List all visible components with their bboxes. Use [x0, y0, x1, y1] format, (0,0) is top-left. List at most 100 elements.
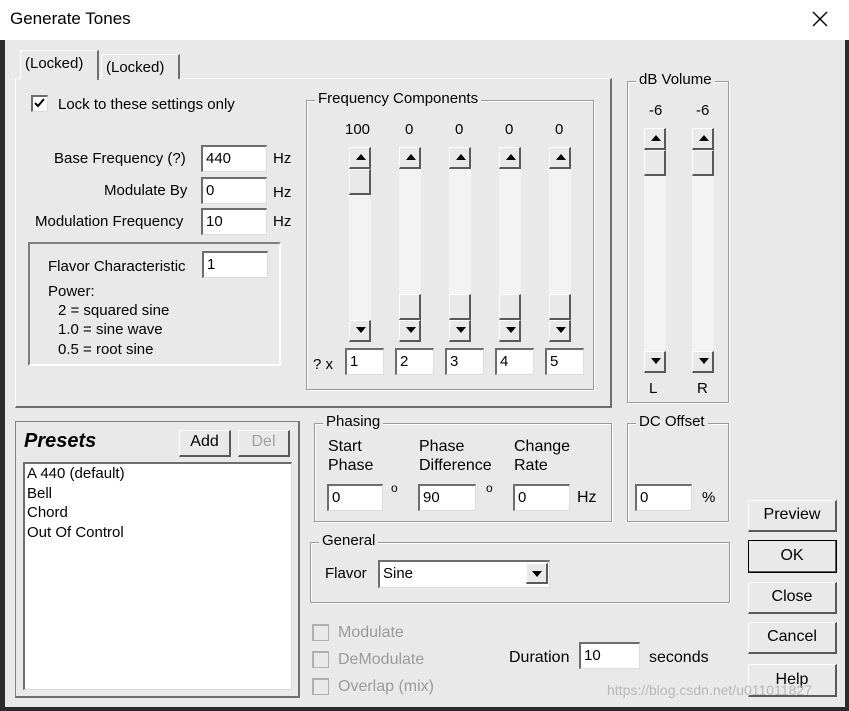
volume-left-slider-down-arrow-icon[interactable] — [644, 351, 666, 373]
frequency-slider-3-up-arrow-icon[interactable] — [449, 147, 471, 169]
multiplier-input-4[interactable]: 4 — [495, 348, 534, 375]
frequency-level-label: 0 — [505, 121, 514, 138]
volume-right-slider-thumb[interactable] — [692, 150, 714, 176]
multiplier-input-3[interactable]: 3 — [445, 348, 484, 375]
change-rate-input[interactable]: 0 — [513, 484, 570, 511]
preset-item[interactable]: Chord — [25, 503, 291, 523]
frequency-slider-5-up-arrow-icon[interactable] — [549, 147, 571, 169]
cancel-button[interactable]: Cancel — [748, 622, 837, 654]
flavor-select-value: Sine — [383, 565, 414, 582]
change-rate-label-2: Rate — [514, 457, 548, 474]
base-frequency-label: Base Frequency (?) — [54, 150, 186, 167]
tab-locked-1[interactable]: (Locked) — [20, 50, 99, 80]
volume-left-value: -6 — [649, 102, 663, 119]
frequency-slider-3-thumb[interactable] — [449, 294, 471, 320]
frequency-slider-2-up-arrow-icon[interactable] — [399, 147, 421, 169]
frequency-level-label: 100 — [345, 121, 371, 138]
modulate-by-input[interactable]: 0 — [201, 177, 267, 204]
frequency-level-label: 0 — [405, 121, 414, 138]
watermark: https://blog.csdn.net/u011011827 — [607, 682, 812, 698]
dc-offset-input[interactable]: 0 — [635, 484, 692, 511]
modulation-frequency-unit: Hz — [273, 213, 292, 230]
base-frequency-unit: Hz — [273, 150, 292, 167]
chevron-down-icon — [532, 571, 542, 577]
duration-unit: seconds — [649, 649, 709, 666]
phase-difference-degree: o — [486, 481, 493, 495]
frequency-slider-1-thumb[interactable] — [349, 169, 371, 195]
flavor-characteristic-label: Flavor Characteristic — [48, 258, 186, 275]
preset-item[interactable]: A 440 (default) — [25, 464, 291, 484]
multiplier-input-5[interactable]: 5 — [545, 348, 584, 375]
multiplier-input-2[interactable]: 2 — [395, 348, 434, 375]
preset-item[interactable]: Out Of Control — [25, 523, 291, 543]
volume-right-slider-down-arrow-icon[interactable] — [692, 351, 714, 373]
power-title: Power: — [48, 283, 95, 300]
phasing-title: Phasing — [323, 413, 384, 430]
change-rate-label-1: Change — [514, 438, 571, 455]
start-phase-degree: o — [391, 481, 398, 495]
frequency-slider-2-thumb[interactable] — [399, 294, 421, 320]
volume-left-slider-up-arrow-icon[interactable] — [644, 128, 666, 150]
volume-right-slider-up-arrow-icon[interactable] — [692, 128, 714, 150]
frequency-slider-5-thumb[interactable] — [549, 294, 571, 320]
demodulate-label: DeModulate — [338, 651, 425, 668]
presets-title: Presets — [24, 430, 97, 452]
flavor-select[interactable]: Sine — [378, 560, 550, 588]
start-phase-input[interactable]: 0 — [327, 484, 383, 511]
dc-offset-unit: % — [702, 489, 716, 506]
window-title: Generate Tones — [10, 9, 131, 28]
ok-button[interactable]: OK — [748, 540, 837, 573]
close-button[interactable]: Close — [748, 582, 837, 614]
overlap-label: Overlap (mix) — [338, 678, 435, 695]
modulate-by-label: Modulate By — [104, 182, 188, 199]
flavor-dropdown-button[interactable] — [526, 563, 548, 584]
preview-button[interactable]: Preview — [748, 500, 837, 532]
duration-label: Duration — [509, 649, 570, 666]
modulate-label: Modulate — [338, 624, 404, 641]
add-preset-button[interactable]: Add — [179, 430, 231, 457]
volume-right-label: R — [697, 380, 708, 397]
frequency-level-label: 0 — [555, 121, 564, 138]
presets-list[interactable]: A 440 (default) Bell Chord Out Of Contro… — [23, 462, 292, 690]
modulation-frequency-label: Modulation Frequency — [35, 213, 184, 230]
demodulate-checkbox[interactable] — [312, 651, 329, 668]
frequency-slider-2-down-arrow-icon[interactable] — [399, 320, 421, 342]
power-line-sine: 1.0 = sine wave — [58, 321, 163, 338]
phase-difference-input[interactable]: 90 — [418, 484, 476, 511]
tab-locked-2[interactable]: (Locked) — [101, 54, 180, 79]
preset-item[interactable]: Bell — [25, 484, 291, 504]
frequency-level-label: 0 — [455, 121, 464, 138]
frequency-slider-1-down-arrow-icon[interactable] — [349, 320, 371, 342]
phase-difference-label-1: Phase — [419, 438, 465, 455]
duration-input[interactable]: 10 — [579, 642, 640, 669]
volume-left-slider-thumb[interactable] — [644, 150, 666, 176]
window-border-left — [0, 40, 5, 711]
lock-settings-checkbox[interactable] — [31, 95, 48, 112]
modulation-frequency-input[interactable]: 10 — [201, 208, 267, 235]
dc-offset-title: DC Offset — [636, 413, 708, 430]
volume-right-value: -6 — [696, 102, 710, 119]
base-frequency-input[interactable]: 440 — [201, 145, 267, 172]
power-line-root: 0.5 = root sine — [58, 341, 154, 358]
delete-preset-button[interactable]: Del — [238, 430, 290, 457]
multiplier-input-1[interactable]: 1 — [345, 348, 384, 375]
modulate-by-unit: Hz — [273, 184, 292, 201]
frequency-slider-3-down-arrow-icon[interactable] — [449, 320, 471, 342]
lock-settings-label: Lock to these settings only — [58, 96, 235, 113]
frequency-slider-4-thumb[interactable] — [499, 294, 521, 320]
multiplier-label: ? x — [313, 356, 334, 373]
phase-difference-label-2: Difference — [419, 457, 492, 474]
close-icon[interactable] — [809, 8, 831, 30]
start-phase-label-2: Phase — [328, 457, 374, 474]
modulate-checkbox[interactable] — [312, 624, 329, 641]
window-border-bottom — [0, 707, 849, 711]
frequency-slider-4-down-arrow-icon[interactable] — [499, 320, 521, 342]
frequency-slider-4-up-arrow-icon[interactable] — [499, 147, 521, 169]
frequency-slider-1-up-arrow-icon[interactable] — [349, 147, 371, 169]
flavor-characteristic-input[interactable]: 1 — [202, 251, 268, 278]
title-bar: Generate Tones — [0, 0, 849, 40]
tab-label: (Locked) — [106, 59, 165, 76]
power-line-squared: 2 = squared sine — [58, 302, 170, 319]
frequency-slider-5-down-arrow-icon[interactable] — [549, 320, 571, 342]
overlap-checkbox[interactable] — [312, 678, 329, 695]
